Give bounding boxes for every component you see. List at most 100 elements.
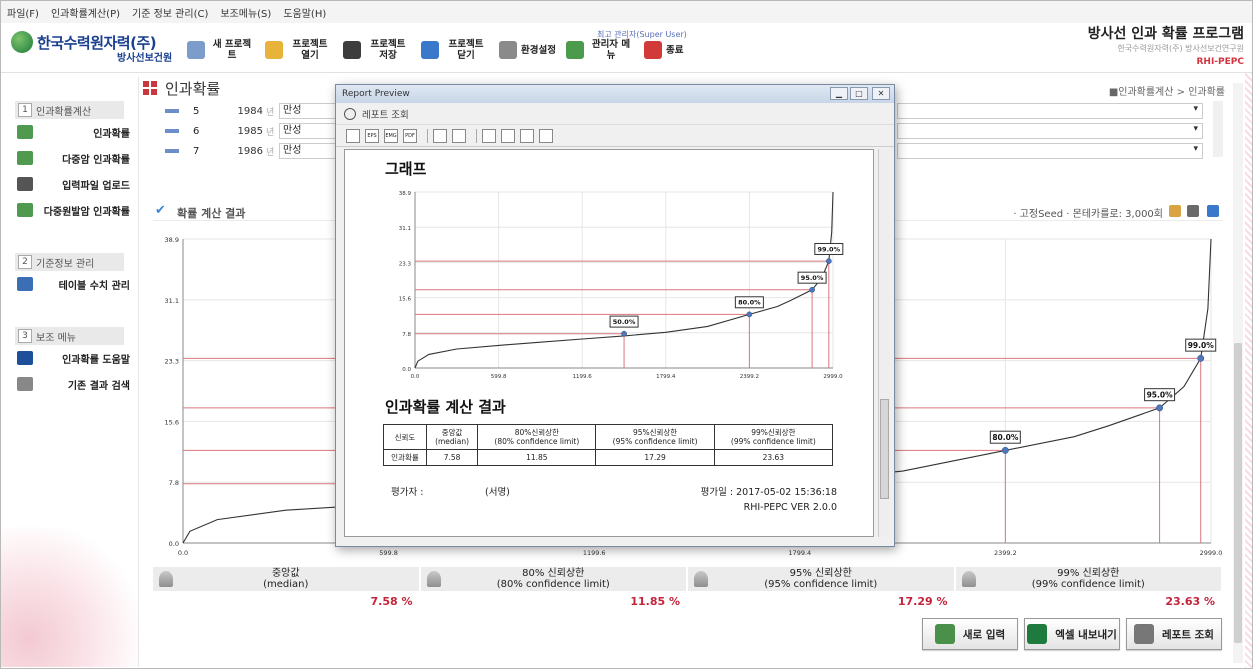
report-tool-EPS-icon[interactable]: EPS bbox=[365, 128, 379, 143]
maximize-icon[interactable]: □ bbox=[850, 87, 868, 100]
row-handle[interactable] bbox=[165, 129, 179, 133]
sidebar-item-label: 입력파일 업로드 bbox=[62, 180, 130, 192]
section-title: 인과확률계산 bbox=[36, 106, 92, 118]
menu-aux[interactable]: 보조메뉴(S) bbox=[220, 5, 271, 20]
new-project-icon bbox=[187, 41, 205, 59]
row-number: 6 bbox=[193, 125, 200, 137]
row-year[interactable]: 1986 bbox=[213, 146, 263, 157]
sidebar-item-label: 다중원발암 인과확률 bbox=[43, 206, 130, 218]
action-button-1[interactable]: 엑셀 내보내기 bbox=[1024, 618, 1120, 650]
close-project-icon bbox=[421, 41, 439, 59]
main-scrollbar-thumb[interactable] bbox=[1234, 343, 1242, 643]
toolbar-button-6[interactable]: 종료 bbox=[643, 41, 683, 59]
sidebar-decoration bbox=[1, 527, 139, 667]
menu-calc[interactable]: 인과확률계산(P) bbox=[51, 5, 120, 20]
report-scrollbar[interactable] bbox=[878, 149, 890, 537]
result-meta: · 고정Seed · 몬테카를로: 3,000회 bbox=[1013, 209, 1163, 220]
y-tick-label: 7.8 bbox=[169, 479, 179, 487]
row-dropdown[interactable] bbox=[897, 143, 1203, 159]
stat-value: 11.85 % bbox=[630, 595, 680, 608]
x-tick-label: 2399.2 bbox=[994, 549, 1017, 557]
action-button-2[interactable]: 레포트 조회 bbox=[1126, 618, 1222, 650]
row-dropdown[interactable] bbox=[897, 103, 1203, 119]
tools-icon[interactable] bbox=[1187, 205, 1199, 217]
stat-header: 80% 신뢰상한 (80% confidence limit) bbox=[420, 567, 686, 591]
sidebar-item-0-2[interactable]: 입력파일 업로드 bbox=[17, 171, 130, 197]
section-title: 기준정보 관리 bbox=[36, 258, 95, 270]
page-grid-icon bbox=[143, 81, 157, 95]
marker-point bbox=[825, 258, 832, 264]
report-tool-zoom-in-icon[interactable] bbox=[433, 128, 447, 143]
report-tool-print-icon[interactable] bbox=[346, 128, 360, 143]
toolbar-button-2[interactable]: 프로젝트 저장 bbox=[343, 39, 411, 61]
y-tick-label: 38.9 bbox=[399, 191, 412, 197]
row-dropdown[interactable] bbox=[897, 123, 1203, 139]
toolbar-button-5[interactable]: 관리자 메뉴 bbox=[565, 39, 634, 61]
report-scrollbar-thumb[interactable] bbox=[880, 399, 889, 499]
report-tool-PDF-icon[interactable]: PDF bbox=[403, 128, 417, 143]
button-label: 레포트 조회 bbox=[1162, 628, 1214, 641]
x-tick-label: 599.8 bbox=[491, 374, 507, 380]
report-tool-two-page-icon[interactable] bbox=[539, 128, 553, 143]
x-tick-label: 2399.2 bbox=[740, 374, 759, 380]
report-header-cell: 신뢰도 bbox=[383, 424, 427, 450]
stat-person-icon bbox=[159, 571, 173, 587]
sidebar-section-1: 1 인과확률계산 bbox=[15, 101, 124, 119]
report-tool-EMG-icon[interactable]: EMG bbox=[384, 128, 398, 143]
row-type-field[interactable]: 만성 bbox=[279, 103, 339, 119]
report-tool-page-width-icon[interactable] bbox=[501, 128, 515, 143]
button-label: 엑셀 내보내기 bbox=[1055, 628, 1117, 641]
toolbar-button-3[interactable]: 프로젝트 닫기 bbox=[421, 39, 489, 61]
minimize-icon[interactable]: ▁ bbox=[830, 87, 848, 100]
close-icon[interactable]: ✕ bbox=[872, 87, 890, 100]
main-toolbar: 새 프로젝트 프로젝트 열기 프로젝트 저장 프로젝트 닫기 환경설정 관리자 메뉴 종료 bbox=[187, 39, 693, 61]
toolbar-button-0[interactable]: 새 프로젝트 bbox=[187, 39, 255, 61]
main-scrollbar[interactable] bbox=[1233, 83, 1243, 663]
row-handle[interactable] bbox=[165, 149, 179, 153]
toolbar-label: 프로젝트 열기 bbox=[292, 39, 328, 61]
report-tool-single-page-icon[interactable] bbox=[520, 128, 534, 143]
y-tick-label: 15.6 bbox=[399, 297, 412, 303]
company-logo-icon bbox=[11, 31, 33, 53]
sidebar-item-1-0[interactable]: 테이블 수치 관리 bbox=[17, 271, 130, 297]
row-type-field[interactable]: 만성 bbox=[279, 143, 339, 159]
toolbar-button-1[interactable]: 프로젝트 열기 bbox=[265, 39, 333, 61]
menu-bar: 파일(F) 인과확률계산(P) 기준 정보 관리(C) 보조메뉴(S) 도움말(… bbox=[1, 1, 1252, 23]
table-edit-icon bbox=[17, 277, 33, 291]
menu-file[interactable]: 파일(F) bbox=[7, 5, 39, 20]
y-tick-label: 0.0 bbox=[402, 367, 411, 373]
chart-type-icon[interactable] bbox=[1169, 205, 1181, 217]
stat-value: 17.29 % bbox=[897, 595, 948, 608]
row-number: 7 bbox=[193, 145, 200, 157]
row-handle[interactable] bbox=[165, 109, 179, 113]
y-tick-label: 31.1 bbox=[165, 297, 179, 305]
stat-sublabel: (95% confidence limit) bbox=[764, 579, 878, 590]
sidebar-item-2-1[interactable]: 기존 결과 검색 bbox=[17, 371, 130, 397]
sidebar-item-0-3[interactable]: 다중원발암 인과확률 bbox=[17, 197, 130, 223]
row-year[interactable]: 1985 bbox=[213, 126, 263, 137]
chart-icon[interactable] bbox=[1207, 205, 1219, 217]
stat-header: 중앙값 (median) bbox=[153, 567, 419, 591]
sidebar-item-0-0[interactable]: 인과확률 bbox=[17, 119, 130, 145]
program-code: RHI-PEPC bbox=[1196, 57, 1245, 67]
sidebar-item-0-1[interactable]: 다중암 인과확률 bbox=[17, 145, 130, 171]
toolbar-label: 새 프로젝트 bbox=[212, 39, 252, 61]
rows-scrollbar[interactable] bbox=[1213, 101, 1223, 157]
toolbar-button-4[interactable]: 환경설정 bbox=[499, 41, 556, 59]
sidebar-item-2-0[interactable]: 인과확률 도움말 bbox=[17, 345, 130, 371]
report-tool-zoom-out-icon[interactable] bbox=[452, 128, 466, 143]
menu-help[interactable]: 도움말(H) bbox=[283, 5, 326, 20]
row-type-field[interactable]: 만성 bbox=[279, 123, 339, 139]
report-tool-fit-icon[interactable] bbox=[482, 128, 496, 143]
menu-base-info[interactable]: 기준 정보 관리(C) bbox=[132, 5, 208, 20]
breadcrumb: ■인과확률계산 > 인과확률 bbox=[1108, 87, 1225, 98]
row-year-unit: 년 bbox=[266, 147, 275, 158]
report-value-cell: 23.63 bbox=[713, 449, 834, 466]
action-button-0[interactable]: 새로 입력 bbox=[922, 618, 1018, 650]
marker-label: 80.0% bbox=[992, 433, 1019, 442]
report-graph-heading: 그래프 bbox=[385, 160, 427, 178]
x-tick-label: 1799.4 bbox=[788, 549, 811, 557]
row-year[interactable]: 1984 bbox=[213, 106, 263, 117]
toolbar-separator bbox=[476, 128, 477, 143]
marker-point bbox=[1156, 404, 1164, 412]
